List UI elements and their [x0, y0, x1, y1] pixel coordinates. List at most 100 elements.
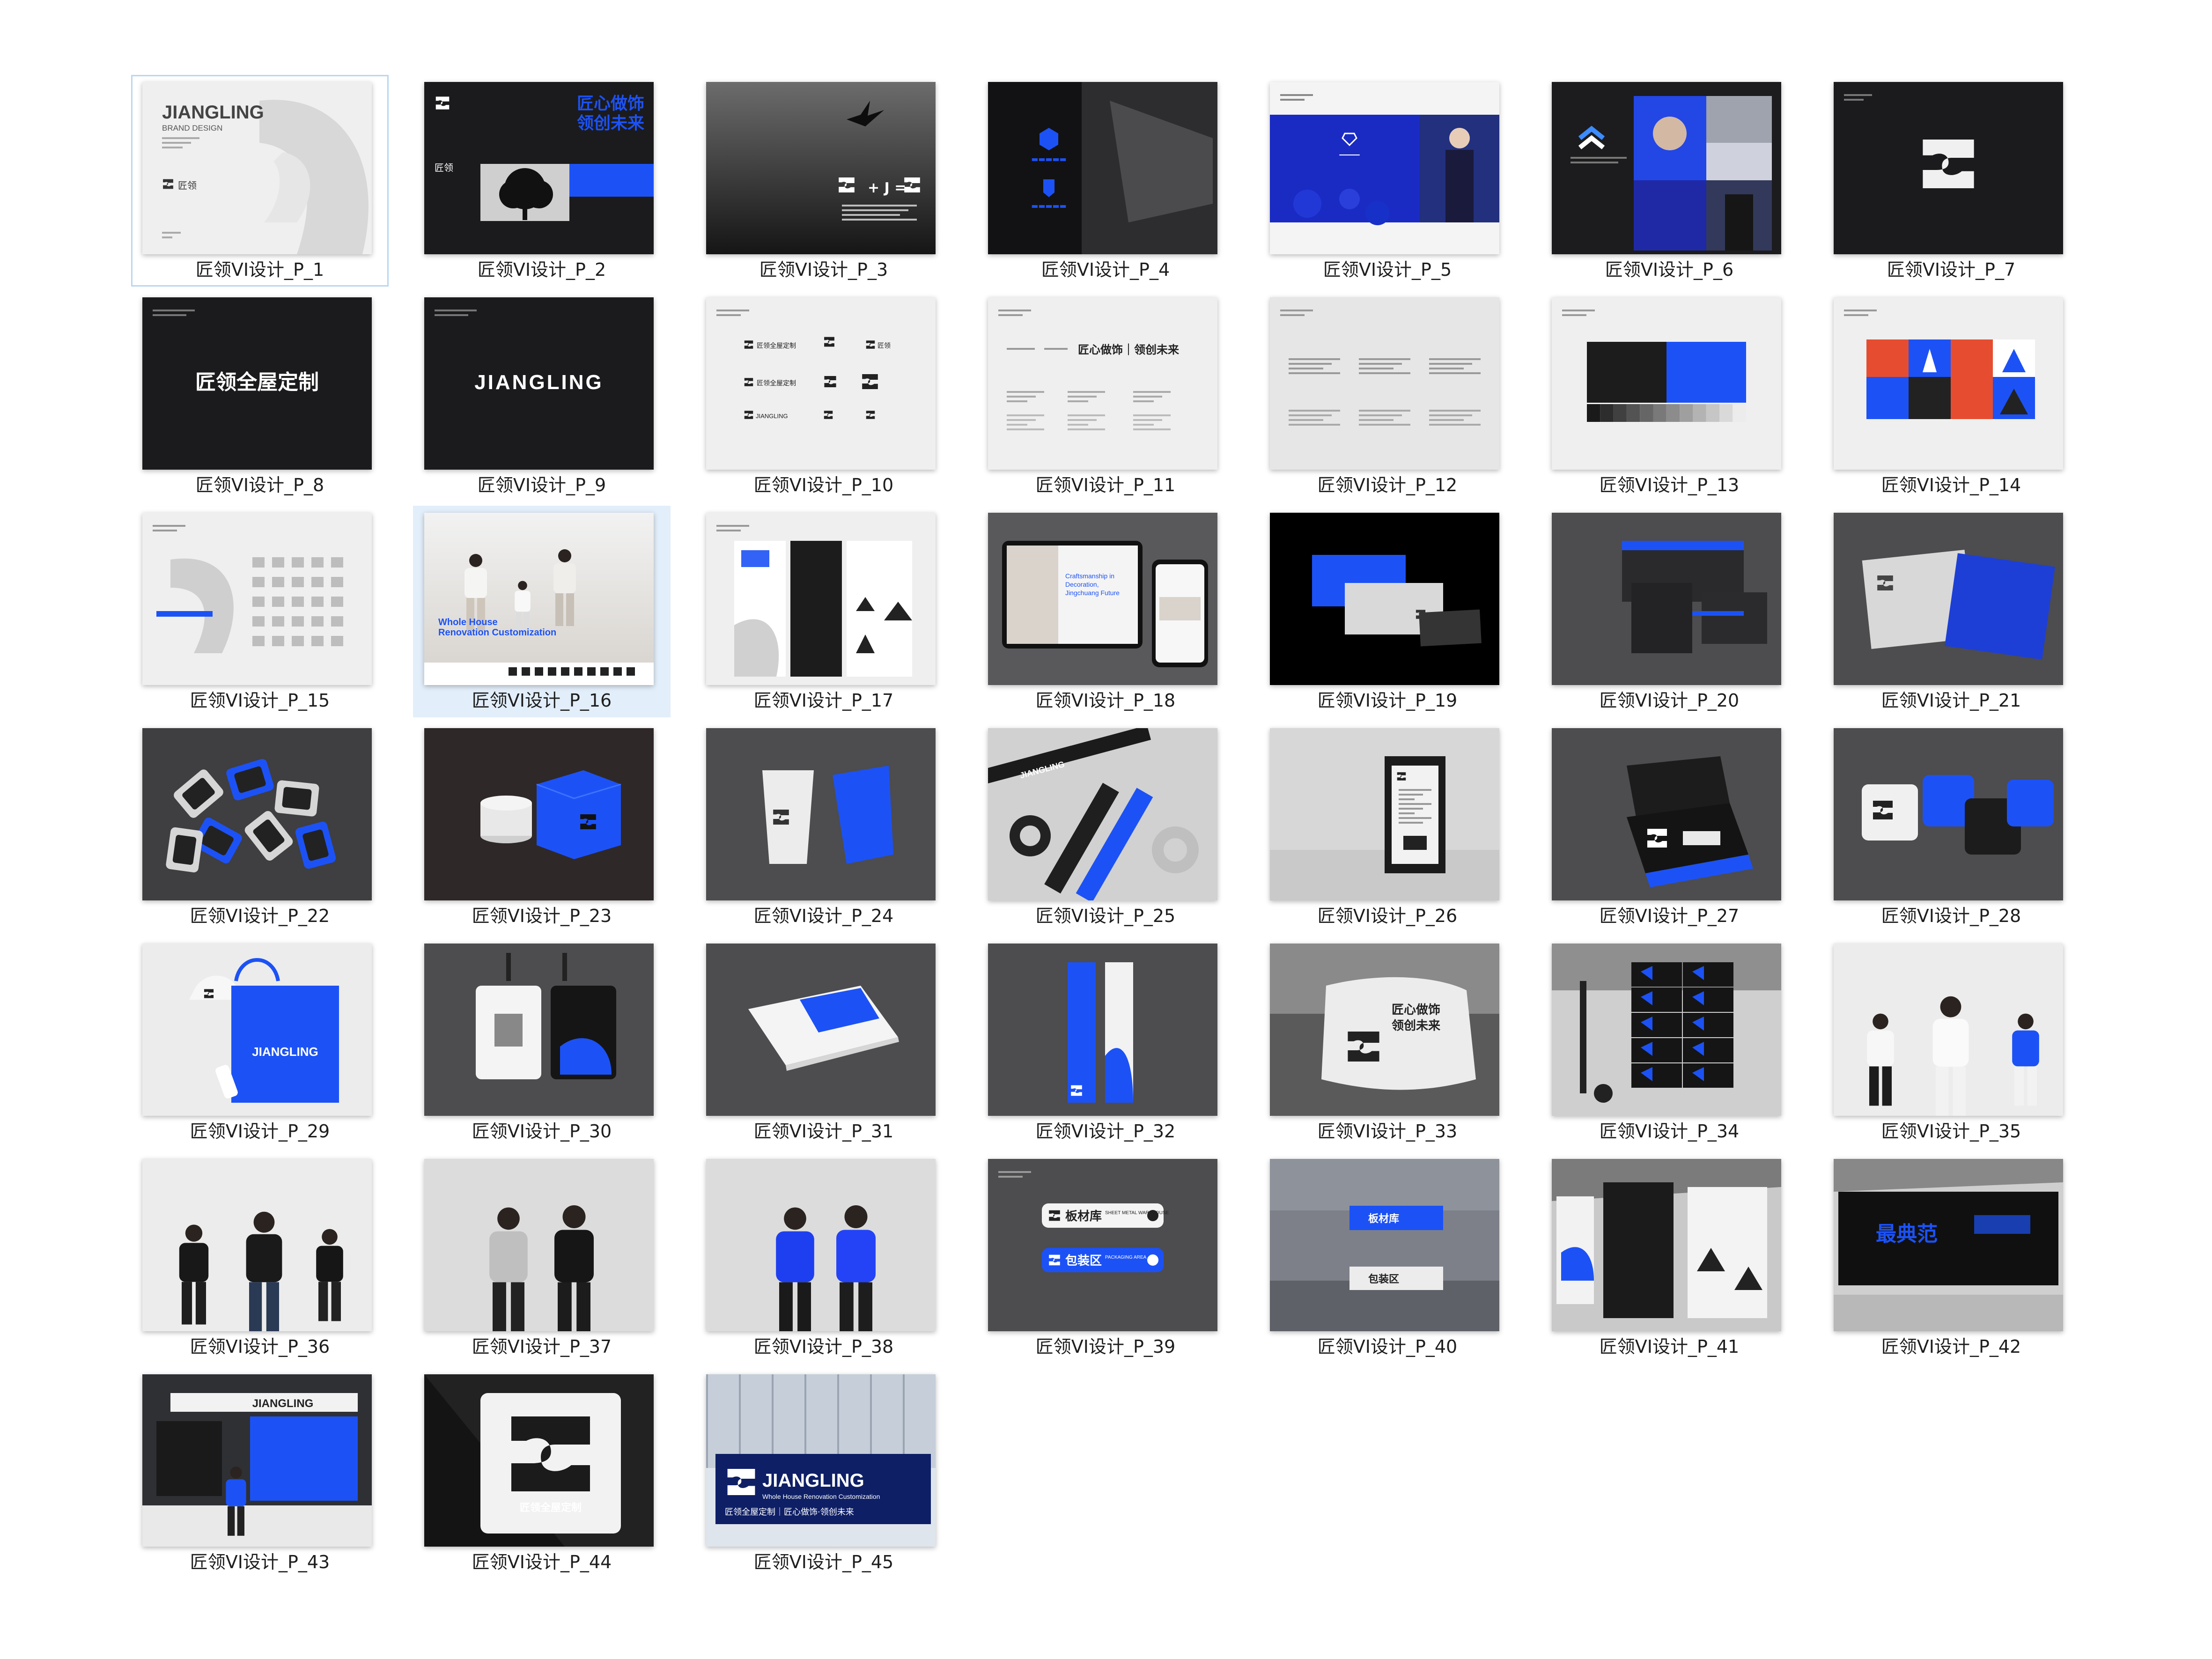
file-thumbnail-item[interactable]: Craftsmanship in Decoration, Jingchuang …	[977, 506, 1234, 717]
file-name-label: 匠领VI设计_P_9	[477, 475, 606, 495]
file-thumbnail-item[interactable]: 匠领VI设计_P_28	[1822, 721, 2080, 933]
file-name-label: 匠领VI设计_P_26	[1317, 906, 1458, 926]
thumbnail-preview: 板材库 包装区	[1270, 1159, 1499, 1331]
file-thumbnail-item[interactable]: JIANGLING Whole House Renovation Customi…	[695, 1367, 952, 1579]
file-name-label: 匠领VI设计_P_18	[1035, 690, 1176, 711]
file-thumbnail-item[interactable]: 匠领全屋定制 匠领 匠领全屋定制 JIANGLING 匠领VI设计_P_10	[695, 290, 952, 502]
file-thumbnail-item[interactable]: 匠心做饰 领创未来 匠领VI设计_P_33	[1259, 936, 1516, 1148]
file-thumbnail-item[interactable]: 匠领VI设计_P_31	[695, 936, 952, 1148]
file-thumbnail-item[interactable]: 匠领VI设计_P_15	[131, 506, 389, 717]
file-thumbnail-item[interactable]: 匠领VI设计_P_38	[695, 1152, 952, 1364]
file-thumbnail-item[interactable]: 匠领VI设计_P_19	[1259, 506, 1516, 717]
thumbnail-preview	[1552, 944, 1781, 1116]
thumbnail-preview	[1834, 513, 2063, 685]
file-thumbnail-item[interactable]: 匠领VI设计_P_21	[1822, 506, 2080, 717]
svg-text:匠领: 匠领	[877, 342, 891, 350]
file-name-label: 匠领VI设计_P_6	[1605, 259, 1734, 280]
file-thumbnail-item[interactable]: 匠领VI设计_P_34	[1541, 936, 1798, 1148]
svg-text:▬▬▬▬▬: ▬▬▬▬▬	[1031, 155, 1067, 163]
file-thumbnail-item[interactable]: 匠领VI设计_P_32	[977, 936, 1234, 1148]
file-thumbnail-item[interactable]: 匠领VI设计_P_7	[1822, 75, 2080, 287]
svg-text:Whole House Renovation Customi: Whole House Renovation Customization	[762, 1493, 880, 1500]
file-thumbnail-item[interactable]: 匠领VI设计_P_6	[1541, 75, 1798, 287]
file-name-label: 匠领VI设计_P_11	[1035, 475, 1176, 495]
file-name-label: 匠领VI设计_P_29	[190, 1121, 330, 1142]
file-name-label: 匠领VI设计_P_27	[1599, 906, 1740, 926]
file-thumbnail-item[interactable]: 匠领全屋定制 匠领VI设计_P_44	[413, 1367, 671, 1579]
thumbnail-preview: 板材库 SHEET METAL WAREHOUSE 包装区 PACKAGING …	[988, 1159, 1217, 1331]
file-name-label: 匠领VI设计_P_24	[753, 906, 894, 926]
svg-text:SHEET METAL WAREHOUSE: SHEET METAL WAREHOUSE	[1105, 1210, 1169, 1216]
file-name-label: 匠领VI设计_P_30	[472, 1121, 612, 1142]
file-thumbnail-item[interactable]: 匠领全屋定制 匠领VI设计_P_8	[131, 290, 389, 502]
file-thumbnail-item[interactable]: ━━━━━━ 匠领VI设计_P_5	[1259, 75, 1516, 287]
file-thumbnail-item[interactable]: 匠领VI设计_P_14	[1822, 290, 2080, 502]
file-thumbnail-item[interactable]: 匠领VI设计_P_41	[1541, 1152, 1798, 1364]
file-thumbnail-item[interactable]: ▬▬▬▬▬ ▬▬▬▬▬ 匠领VI设计_P_4	[977, 75, 1234, 287]
file-thumbnail-item[interactable]: + J = 匠领VI设计_P_3	[695, 75, 952, 287]
file-thumbnail-item[interactable]: 最典范 匠领VI设计_P_42	[1822, 1152, 2080, 1364]
thumbnail-preview: 匠领全屋定制	[424, 1374, 654, 1547]
file-thumbnail-item[interactable]: 匠领VI设计_P_23	[413, 721, 671, 933]
thumbnail-preview	[424, 944, 654, 1116]
file-thumbnail-item[interactable]: 匠领VI设计_P_20	[1541, 506, 1798, 717]
file-thumbnail-item[interactable]: 匠领VI设计_P_27	[1541, 721, 1798, 933]
file-name-label: 匠领VI设计_P_41	[1599, 1336, 1740, 1357]
file-name-label: 匠领VI设计_P_38	[753, 1336, 894, 1357]
thumbnail-preview	[424, 728, 654, 900]
file-name-label: 匠领VI设计_P_25	[1035, 906, 1176, 926]
thumbnail-preview: Whole House Renovation Customization	[424, 513, 654, 685]
file-name-label: 匠领VI设计_P_2	[477, 259, 606, 280]
thumbnail-preview	[142, 728, 372, 900]
file-name-label: 匠领VI设计_P_15	[190, 690, 330, 711]
file-thumbnail-item[interactable]: 匠领VI设计_P_12	[1259, 290, 1516, 502]
file-name-label: 匠领VI设计_P_21	[1881, 690, 2021, 711]
file-thumbnail-item[interactable]: 板材库 SHEET METAL WAREHOUSE 包装区 PACKAGING …	[977, 1152, 1234, 1364]
svg-text:板材库: 板材库	[1368, 1213, 1399, 1225]
file-thumbnail-item[interactable]: 匠领VI设计_P_24	[695, 721, 952, 933]
file-thumbnail-item[interactable]: 板材库 包装区 匠领VI设计_P_40	[1259, 1152, 1516, 1364]
file-thumbnail-item[interactable]: 匠领VI设计_P_17	[695, 506, 952, 717]
file-name-label: 匠领VI设计_P_7	[1887, 259, 2016, 280]
file-name-label: 匠领VI设计_P_19	[1317, 690, 1458, 711]
file-thumbnail-item[interactable]: 匠领VI设计_P_13	[1541, 290, 1798, 502]
thumbnail-preview	[142, 513, 372, 685]
file-name-label: 匠领VI设计_P_1	[195, 259, 324, 280]
file-name-label: 匠领VI设计_P_23	[472, 906, 612, 926]
thumbnail-preview: 最典范	[1834, 1159, 2063, 1331]
thumbnail-preview	[142, 1159, 372, 1331]
file-thumbnail-item[interactable]: 匠领VI设计_P_37	[413, 1152, 671, 1364]
svg-text:匠心做饰: 匠心做饰	[1392, 1003, 1440, 1017]
thumbnail-preview	[706, 1159, 936, 1331]
svg-text:匠领全屋定制: 匠领全屋定制	[757, 379, 796, 387]
svg-text:JIANGLING: JIANGLING	[762, 1470, 864, 1491]
file-thumbnail-item[interactable]: 匠领VI设计_P_30	[413, 936, 671, 1148]
file-thumbnail-item[interactable]: JIANGLING 匠领VI设计_P_43	[131, 1367, 389, 1579]
thumbnail-preview	[1552, 728, 1781, 900]
file-thumbnail-item[interactable]: 匠领VI设计_P_36	[131, 1152, 389, 1364]
thumbnail-preview	[1552, 1159, 1781, 1331]
file-thumbnail-item[interactable]: 匠领VI设计_P_22	[131, 721, 389, 933]
svg-text:匠心做饰: 匠心做饰	[577, 94, 644, 113]
svg-text:匠领全屋定制: 匠领全屋定制	[520, 1502, 582, 1514]
file-name-label: 匠领VI设计_P_22	[190, 906, 330, 926]
thumbnail-preview	[1552, 513, 1781, 685]
thumbnail-preview	[1270, 728, 1499, 900]
file-name-label: 匠领VI设计_P_34	[1599, 1121, 1740, 1142]
file-thumbnail-item[interactable]: 匠领VI设计_P_26	[1259, 721, 1516, 933]
hero-line-2: Renovation Customization	[438, 627, 556, 638]
file-name-label: 匠领VI设计_P_3	[759, 259, 888, 280]
svg-text:+ J =: + J =	[868, 180, 906, 196]
hero-line-1: Whole House	[438, 617, 498, 627]
file-thumbnail-item[interactable]: 匠心做饰｜领创未来 匠领VI设计_P_11	[977, 290, 1234, 502]
thumbnail-grid: JIANGLING BRAND DESIGN 匠领 匠领VI设计_P_1 匠心做…	[0, 0, 2212, 1659]
thumbnail-preview: ▬▬▬▬▬ ▬▬▬▬▬	[988, 82, 1217, 254]
file-thumbnail-item[interactable]: JIANGLING 匠领VI设计_P_29	[131, 936, 389, 1148]
file-thumbnail-item[interactable]: JIANGLING 匠领VI设计_P_25	[977, 721, 1234, 933]
svg-text:▬▬▬▬▬: ▬▬▬▬▬	[1031, 201, 1067, 210]
file-thumbnail-item[interactable]: 匠领VI设计_P_35	[1822, 936, 2080, 1148]
file-thumbnail-item[interactable]: Whole House Renovation Customization 匠领V…	[413, 506, 671, 717]
file-thumbnail-item[interactable]: JIANGLING BRAND DESIGN 匠领 匠领VI设计_P_1	[131, 75, 389, 287]
file-thumbnail-item[interactable]: 匠心做饰 领创未来 匠领 匠领VI设计_P_2	[413, 75, 671, 287]
file-thumbnail-item[interactable]: JIANGLING 匠领VI设计_P_9	[413, 290, 671, 502]
